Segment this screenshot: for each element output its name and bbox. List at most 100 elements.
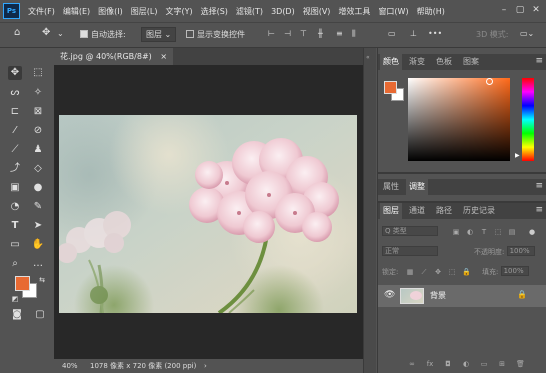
new-group-icon[interactable]: ▭: [480, 360, 488, 368]
menu-select[interactable]: 选择(S): [201, 6, 228, 17]
lock-position-icon[interactable]: ✥: [434, 268, 442, 276]
tab-color[interactable]: 颜色: [380, 54, 402, 70]
align-bottom-icon[interactable]: ⊥: [410, 29, 417, 38]
filter-toggle-icon[interactable]: ●: [528, 228, 536, 236]
zoom-level[interactable]: 40%: [62, 359, 78, 373]
layer-row[interactable]: 👁 背景 🔒: [378, 285, 546, 307]
distribute-icon[interactable]: ≡: [336, 29, 343, 38]
maximize-icon[interactable]: ▢: [514, 4, 526, 16]
menu-layer[interactable]: 图层(L): [131, 6, 158, 17]
tab-swatches[interactable]: 色板: [433, 54, 455, 70]
blend-mode-dropdown[interactable]: 正常: [382, 246, 438, 256]
swap-colors-icon[interactable]: ⇆: [35, 273, 49, 287]
menu-filter[interactable]: 滤镜(T): [236, 6, 263, 17]
filter-smart-icon[interactable]: ▤: [508, 228, 516, 236]
menu-image[interactable]: 图像(I): [98, 6, 123, 17]
move-tool-icon[interactable]: ✥: [8, 66, 22, 80]
filter-type-icon[interactable]: T: [480, 228, 488, 236]
rectangle-tool-icon[interactable]: ▭: [8, 238, 22, 252]
eyedropper-icon[interactable]: ⁄: [8, 124, 22, 138]
fill-field[interactable]: 100%: [500, 266, 529, 276]
filter-pixel-icon[interactable]: ▣: [452, 228, 460, 236]
tab-adjustments[interactable]: 调整: [406, 179, 428, 195]
home-icon[interactable]: ⌂: [14, 27, 20, 38]
brush-tool-icon[interactable]: ⟋: [8, 143, 22, 157]
show-transform-checkbox[interactable]: 显示变换控件: [186, 29, 245, 40]
gradient-tool-icon[interactable]: ▣: [8, 181, 22, 195]
visibility-eye-icon[interactable]: 👁: [384, 290, 395, 300]
add-mask-icon[interactable]: ◘: [444, 360, 452, 368]
menu-help[interactable]: 帮助(H): [417, 6, 445, 17]
lock-pixels-icon[interactable]: ⟋: [420, 268, 428, 276]
hue-slider-handle-icon[interactable]: ▶: [515, 152, 520, 159]
tab-channels[interactable]: 通道: [406, 203, 428, 219]
tab-gradient[interactable]: 渐变: [406, 54, 428, 70]
more-tools-icon[interactable]: …: [31, 257, 45, 271]
auto-select-checkbox[interactable]: 自动选择:: [80, 29, 126, 40]
layers-panel-menu-icon[interactable]: ≡: [535, 205, 543, 215]
path-select-icon[interactable]: ➤: [31, 219, 45, 233]
menu-edit[interactable]: 编辑(E): [63, 6, 90, 17]
collapse-arrows-icon[interactable]: «: [366, 54, 370, 61]
opacity-field[interactable]: 100%: [506, 246, 535, 256]
align-left-icon[interactable]: ⊢: [268, 29, 275, 38]
stamp-tool-icon[interactable]: ♟: [31, 143, 45, 157]
lock-all-icon[interactable]: 🔒: [462, 268, 471, 276]
tab-properties[interactable]: 属性: [380, 179, 402, 195]
lock-artboard-icon[interactable]: ⬚: [448, 268, 456, 276]
screen-mode-icon[interactable]: ▢: [33, 308, 47, 322]
lasso-tool-icon[interactable]: ᔕ: [8, 86, 22, 100]
frame-tool-icon[interactable]: ⊠: [31, 105, 45, 119]
menu-type[interactable]: 文字(Y): [165, 6, 192, 17]
history-brush-icon[interactable]: ⤴: [8, 162, 22, 176]
healing-brush-icon[interactable]: ⊘: [31, 124, 45, 138]
tab-history[interactable]: 历史记录: [460, 203, 498, 219]
dodge-tool-icon[interactable]: ◔: [8, 200, 22, 214]
filter-adjust-icon[interactable]: ◐: [466, 228, 474, 236]
menu-file[interactable]: 文件(F): [28, 6, 55, 17]
close-tab-icon[interactable]: ×: [160, 52, 167, 61]
color-picker-field[interactable]: [408, 78, 510, 161]
quick-mask-icon[interactable]: ◙: [10, 308, 24, 322]
menu-plugins[interactable]: 增效工具: [338, 6, 370, 17]
more-options[interactable]: •••: [428, 29, 442, 38]
eraser-tool-icon[interactable]: ◇: [31, 162, 45, 176]
menu-view[interactable]: 视图(V): [303, 6, 331, 17]
minimize-icon[interactable]: –: [498, 4, 510, 16]
new-layer-icon[interactable]: ⊞: [498, 360, 506, 368]
document-image[interactable]: [59, 115, 357, 313]
marquee-tool-icon[interactable]: ⬚: [31, 66, 45, 80]
crop-tool-icon[interactable]: ⊏: [8, 105, 22, 119]
workspace-icon[interactable]: ▭⌄: [520, 29, 534, 38]
zoom-tool-icon[interactable]: ⌕: [8, 257, 22, 271]
adjustment-layer-icon[interactable]: ◐: [462, 360, 470, 368]
layer-style-icon[interactable]: fx: [426, 360, 434, 368]
chevron-down-icon[interactable]: ⌄: [57, 29, 64, 38]
layer-filter-dropdown[interactable]: Q 类型: [382, 226, 438, 236]
hand-tool-icon[interactable]: ✋: [31, 238, 45, 252]
tab-patterns[interactable]: 图案: [460, 54, 482, 70]
magic-wand-icon[interactable]: ✧: [31, 86, 45, 100]
auto-select-dropdown[interactable]: 图层 ⌄: [141, 27, 177, 42]
lock-transparency-icon[interactable]: ▦: [406, 268, 414, 276]
close-icon[interactable]: ✕: [530, 4, 542, 16]
filter-shape-icon[interactable]: ⬚: [494, 228, 502, 236]
panel-foreground-swatch[interactable]: [384, 81, 397, 94]
link-layers-icon[interactable]: ∞: [408, 360, 416, 368]
blur-tool-icon[interactable]: ●: [31, 181, 45, 195]
menu-window[interactable]: 窗口(W): [378, 6, 408, 17]
tab-layers[interactable]: 图层: [380, 203, 402, 219]
align-top-icon[interactable]: ⊤: [300, 29, 307, 38]
delete-layer-icon[interactable]: 🗑: [516, 360, 525, 368]
default-colors-icon[interactable]: ◩: [8, 292, 22, 306]
properties-panel-menu-icon[interactable]: ≡: [535, 181, 543, 191]
align-middle-icon[interactable]: ╫: [318, 29, 323, 38]
foreground-color-swatch[interactable]: [15, 276, 30, 291]
align-center-icon[interactable]: ⊣: [284, 29, 291, 38]
distribute-v-icon[interactable]: ▭: [388, 29, 396, 38]
tab-paths[interactable]: 路径: [433, 203, 455, 219]
distribute-h-icon[interactable]: ⫼: [352, 29, 356, 39]
document-tab[interactable]: 花.jpg @ 40%(RGB/8#) ×: [54, 48, 174, 65]
move-tool-icon[interactable]: ✥: [42, 27, 50, 38]
hue-slider[interactable]: [522, 78, 534, 161]
